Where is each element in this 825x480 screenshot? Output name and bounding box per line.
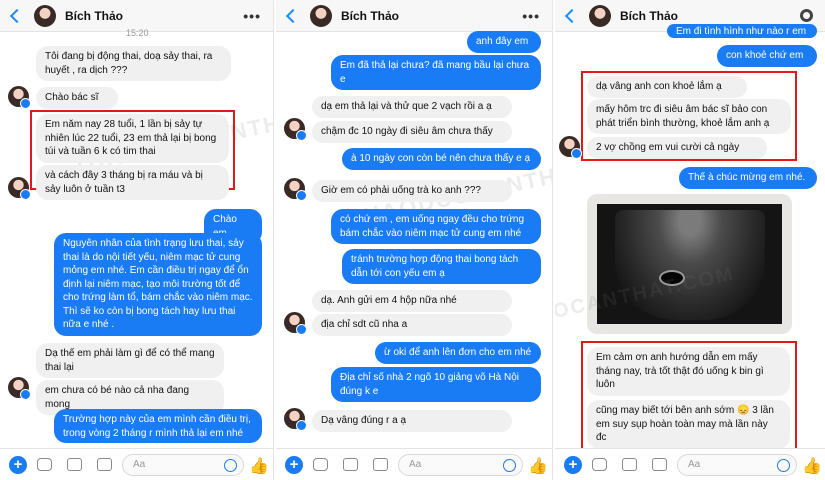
message-input-placeholder: Aa — [133, 459, 146, 470]
message-outgoing: à 10 ngày con còn bé nên chưa thấy e ạ — [342, 148, 541, 170]
message-incoming: Chào bác sĩ — [36, 87, 118, 109]
emoji-icon[interactable] — [503, 459, 516, 472]
message-outgoing: Địa chỉ số nhà 2 ngõ 10 giảng võ Hà Nội … — [331, 367, 541, 402]
sticker-icon[interactable] — [652, 458, 667, 471]
message-incoming: địa chỉ sdt cũ nha a — [312, 314, 512, 336]
sticker-icon[interactable] — [373, 458, 388, 471]
message-incoming: Giờ em có phải uống trà ko anh ??? — [312, 180, 512, 202]
contact-name[interactable]: Bích Thảo — [620, 9, 678, 23]
back-icon[interactable] — [9, 8, 25, 23]
contact-name[interactable]: Bích Thảo — [341, 9, 399, 23]
like-icon[interactable]: 👍 — [249, 456, 269, 476]
message-incoming: và cách đây 3 tháng bị ra máu và bị sảy … — [36, 165, 229, 200]
timestamp: 15:20 — [126, 28, 149, 38]
message-outgoing: có chứ em , em uống ngay đều cho trứng b… — [331, 209, 541, 244]
gallery-icon[interactable] — [622, 458, 637, 471]
message-incoming: 2 vợ chồng em vui cười cả ngày — [587, 137, 767, 159]
back-icon[interactable] — [564, 8, 580, 23]
message-outgoing: Trường hợp này của em mình cần điều trị,… — [54, 409, 262, 443]
camera-icon[interactable] — [313, 458, 328, 471]
contact-avatar-small — [284, 118, 307, 141]
camera-icon[interactable] — [37, 458, 52, 471]
contact-avatar-small — [284, 312, 307, 335]
plus-icon[interactable]: + — [9, 456, 27, 474]
sticker-icon[interactable] — [97, 458, 112, 471]
message-composer: + Aa 👍 — [555, 448, 825, 480]
gallery-icon[interactable] — [343, 458, 358, 471]
contact-avatar-small — [8, 177, 31, 200]
message-input-placeholder: Aa — [688, 459, 701, 470]
more-options-icon[interactable]: ••• — [243, 8, 261, 24]
message-composer: + Aa 👍 — [276, 448, 552, 480]
message-incoming: Dạ vâng đúng r a ạ — [312, 410, 512, 432]
message-incoming: Em năm nay 28 tuổi, 1 lần bị sảy tự nhiê… — [36, 114, 229, 163]
camera-icon[interactable] — [592, 458, 607, 471]
message-incoming: dạ em thả lại và thử que 2 vạch rồi a ạ — [312, 96, 512, 118]
contact-name[interactable]: Bích Thảo — [65, 9, 123, 23]
emoji-icon[interactable] — [777, 459, 790, 472]
message-outgoing: Thế à chúc mừng em nhé. — [679, 167, 817, 189]
contact-avatar[interactable] — [310, 4, 332, 27]
message-incoming: chậm đc 10 ngày đi siêu âm chưa thấy — [312, 121, 512, 143]
like-icon[interactable]: 👍 — [528, 456, 548, 476]
message-incoming: Dạ thế em phải làm gì để có thể mang tha… — [36, 343, 224, 378]
contact-avatar[interactable] — [589, 4, 611, 27]
settings-icon[interactable] — [800, 9, 813, 22]
contact-avatar-small — [284, 408, 307, 431]
contact-avatar-small — [8, 377, 31, 400]
message-outgoing: tránh trường hợp động thai bong tách dẫn… — [342, 249, 541, 284]
chat-panel-2: Bích Thảo ••• THAODUOCANTHAT.COM anh đây… — [276, 0, 552, 480]
contact-avatar[interactable] — [34, 4, 56, 27]
message-outgoing: con khoẻ chứ em — [717, 45, 817, 67]
more-options-icon[interactable]: ••• — [522, 8, 540, 24]
message-input[interactable]: Aa — [122, 454, 244, 476]
message-input-placeholder: Aa — [409, 459, 422, 470]
message-incoming: Tôi đang bị động thai, doạ sảy thai, ra … — [36, 46, 231, 81]
chat-panel-1: Bích Thảo ••• 15:20 THAODUOCANTHAT.COM T… — [0, 0, 273, 480]
emoji-icon[interactable] — [224, 459, 237, 472]
plus-icon[interactable]: + — [564, 456, 582, 474]
message-composer: + Aa 👍 — [0, 448, 273, 480]
message-incoming: cũng may biết tới bên anh sớm 😞 3 lần em… — [587, 400, 790, 449]
ultrasound-photo[interactable] — [587, 194, 792, 334]
gallery-icon[interactable] — [67, 458, 82, 471]
contact-avatar-small — [8, 86, 31, 109]
message-incoming: mấy hôm trc đi siêu âm bác sĩ bảo con ph… — [587, 99, 791, 134]
message-outgoing: Em đã thả lại chưa? đã mang bầu lại chưa… — [331, 55, 541, 90]
message-outgoing: ừ oki để anh lên đơn cho em nhé — [375, 342, 541, 364]
message-incoming: dạ vâng anh con khoẻ lắm ạ — [587, 76, 747, 98]
message-outgoing: anh đây em — [467, 31, 541, 53]
contact-avatar-small — [559, 136, 582, 159]
message-input[interactable]: Aa — [398, 454, 523, 476]
message-incoming: dạ. Anh gửi em 4 hộp nữa nhé — [312, 290, 512, 312]
message-input[interactable]: Aa — [677, 454, 797, 476]
contact-avatar-small — [284, 178, 307, 201]
chat-header: Bích Thảo ••• — [276, 0, 552, 32]
message-incoming: Em cảm ơn anh hướng dẫn em mấy tháng nay… — [587, 347, 790, 396]
message-outgoing: Nguyên nhân của tình trạng lưu thai, sảy… — [54, 233, 262, 336]
message-outgoing: Em đi tình hình như nào r em — [667, 24, 817, 38]
screenshot-collage: Bích Thảo ••• 15:20 THAODUOCANTHAT.COM T… — [0, 0, 825, 480]
back-icon[interactable] — [285, 8, 301, 23]
chat-panel-3: Bích Thảo Em đi tình hình như nào r em c… — [555, 0, 825, 480]
like-icon[interactable]: 👍 — [802, 456, 822, 476]
plus-icon[interactable]: + — [285, 456, 303, 474]
